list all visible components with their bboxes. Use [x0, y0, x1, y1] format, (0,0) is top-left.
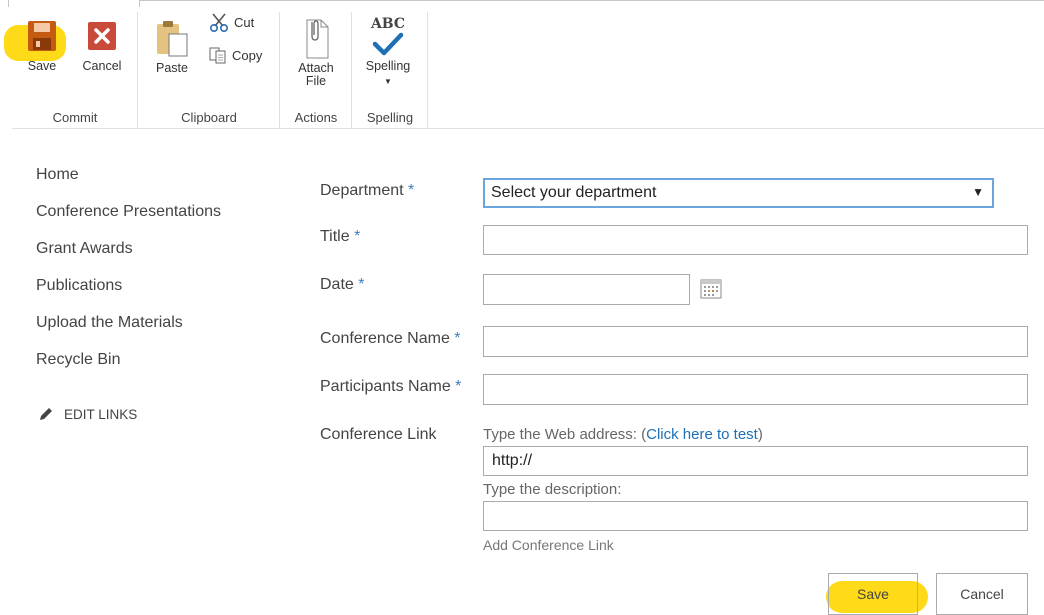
attach-file-button[interactable]: Attach File [292, 16, 340, 88]
save-icon [28, 21, 56, 51]
title-label-text: Title [320, 228, 350, 245]
attach-label-line2: File [305, 74, 327, 88]
department-select-value: Select your department [491, 184, 657, 201]
description-input[interactable] [483, 501, 1028, 531]
actions-group: Attach File Actions [280, 8, 352, 128]
spelling-group: ABC Spelling ▼ Spelling [352, 8, 428, 128]
required-mark: * [454, 330, 461, 347]
date-label: Date * [320, 276, 364, 294]
participants-name-label: Participants Name * [320, 378, 461, 396]
edit-links-button[interactable]: EDIT LINKS [38, 406, 137, 422]
paste-button[interactable]: Paste [152, 18, 192, 75]
ribbon-tab-edit[interactable] [8, 0, 140, 7]
title-input[interactable] [483, 225, 1028, 255]
paste-icon [157, 21, 188, 57]
chevron-down-icon: ▼ [972, 185, 984, 199]
copy-icon [209, 47, 226, 64]
nav-item-conference-presentations[interactable]: Conference Presentations [36, 201, 221, 238]
required-mark: * [408, 182, 415, 199]
cancel-button[interactable]: Cancel [78, 20, 126, 73]
web-address-hint: Type the Web address: (Click here to tes… [483, 426, 763, 443]
actions-group-label: Actions [294, 110, 338, 125]
participants-name-input[interactable] [483, 374, 1028, 405]
save-label: Save [27, 59, 57, 73]
ribbon-bottom-border [12, 128, 1044, 129]
abc-text: ABC [370, 16, 406, 32]
title-label: Title * [320, 228, 360, 246]
commit-group-label: Commit [52, 110, 98, 125]
calendar-icon[interactable] [700, 279, 722, 299]
quick-launch-nav: Home Conference Presentations Grant Awar… [36, 164, 221, 386]
form-cancel-button[interactable]: Cancel [936, 573, 1028, 615]
save-button[interactable]: Save [22, 20, 62, 73]
copy-button[interactable]: Copy [208, 46, 262, 64]
description-hint: Type the description: [483, 481, 622, 498]
commit-group: Save Cancel Commit [12, 8, 138, 128]
nav-item-home[interactable]: Home [36, 164, 221, 201]
cancel-label: Cancel [82, 59, 122, 73]
date-input[interactable] [483, 274, 690, 305]
url-input[interactable] [483, 446, 1028, 476]
dropdown-arrow-icon[interactable]: ▼ [360, 75, 416, 88]
nav-item-publications[interactable]: Publications [36, 275, 221, 312]
copy-label: Copy [232, 47, 263, 63]
required-mark: * [354, 228, 361, 245]
conference-name-input[interactable] [483, 326, 1028, 357]
clipboard-group: Paste Cut Copy Clipboard [138, 8, 280, 128]
add-conference-link[interactable]: Add Conference Link [483, 537, 614, 553]
form-save-button[interactable]: Save [828, 573, 918, 615]
scissors-icon [210, 13, 228, 32]
ribbon: Save Cancel Commit Paste Cut Copy Clipbo… [0, 8, 1044, 128]
spelling-button[interactable]: ABC Spelling ▼ [360, 16, 416, 88]
tab-strip-line [140, 0, 1044, 1]
nav-item-recycle-bin[interactable]: Recycle Bin [36, 349, 221, 386]
date-label-text: Date [320, 276, 354, 293]
department-label: Department * [320, 182, 414, 200]
pencil-icon [40, 408, 52, 420]
clipboard-group-label: Clipboard [181, 110, 237, 125]
conference-link-label: Conference Link [320, 426, 437, 443]
department-select[interactable]: Select your department ▼ [483, 178, 994, 208]
participants-name-label-text: Participants Name [320, 378, 451, 395]
conference-name-label-text: Conference Name [320, 330, 450, 347]
web-address-hint-text: Type the Web address: ( [483, 426, 647, 443]
spelling-label: Spelling [365, 59, 411, 73]
edit-links-label: EDIT LINKS [64, 406, 138, 422]
web-address-hint-close: ) [757, 426, 763, 443]
ribbon-tab-strip [0, 0, 1044, 8]
spelling-group-label: Spelling [366, 110, 414, 125]
required-mark: * [455, 378, 462, 395]
attach-file-icon [306, 19, 329, 59]
conference-name-label: Conference Name * [320, 330, 461, 348]
required-mark: * [358, 276, 365, 293]
nav-item-upload-materials[interactable]: Upload the Materials [36, 312, 221, 349]
department-label-text: Department [320, 182, 404, 199]
cut-button[interactable]: Cut [208, 12, 254, 32]
nav-item-grant-awards[interactable]: Grant Awards [36, 238, 221, 275]
cancel-icon [88, 22, 116, 50]
paste-label: Paste [156, 61, 188, 75]
cut-label: Cut [234, 14, 255, 30]
checkmark-icon [372, 32, 404, 56]
test-link[interactable]: Click here to test [646, 426, 758, 443]
